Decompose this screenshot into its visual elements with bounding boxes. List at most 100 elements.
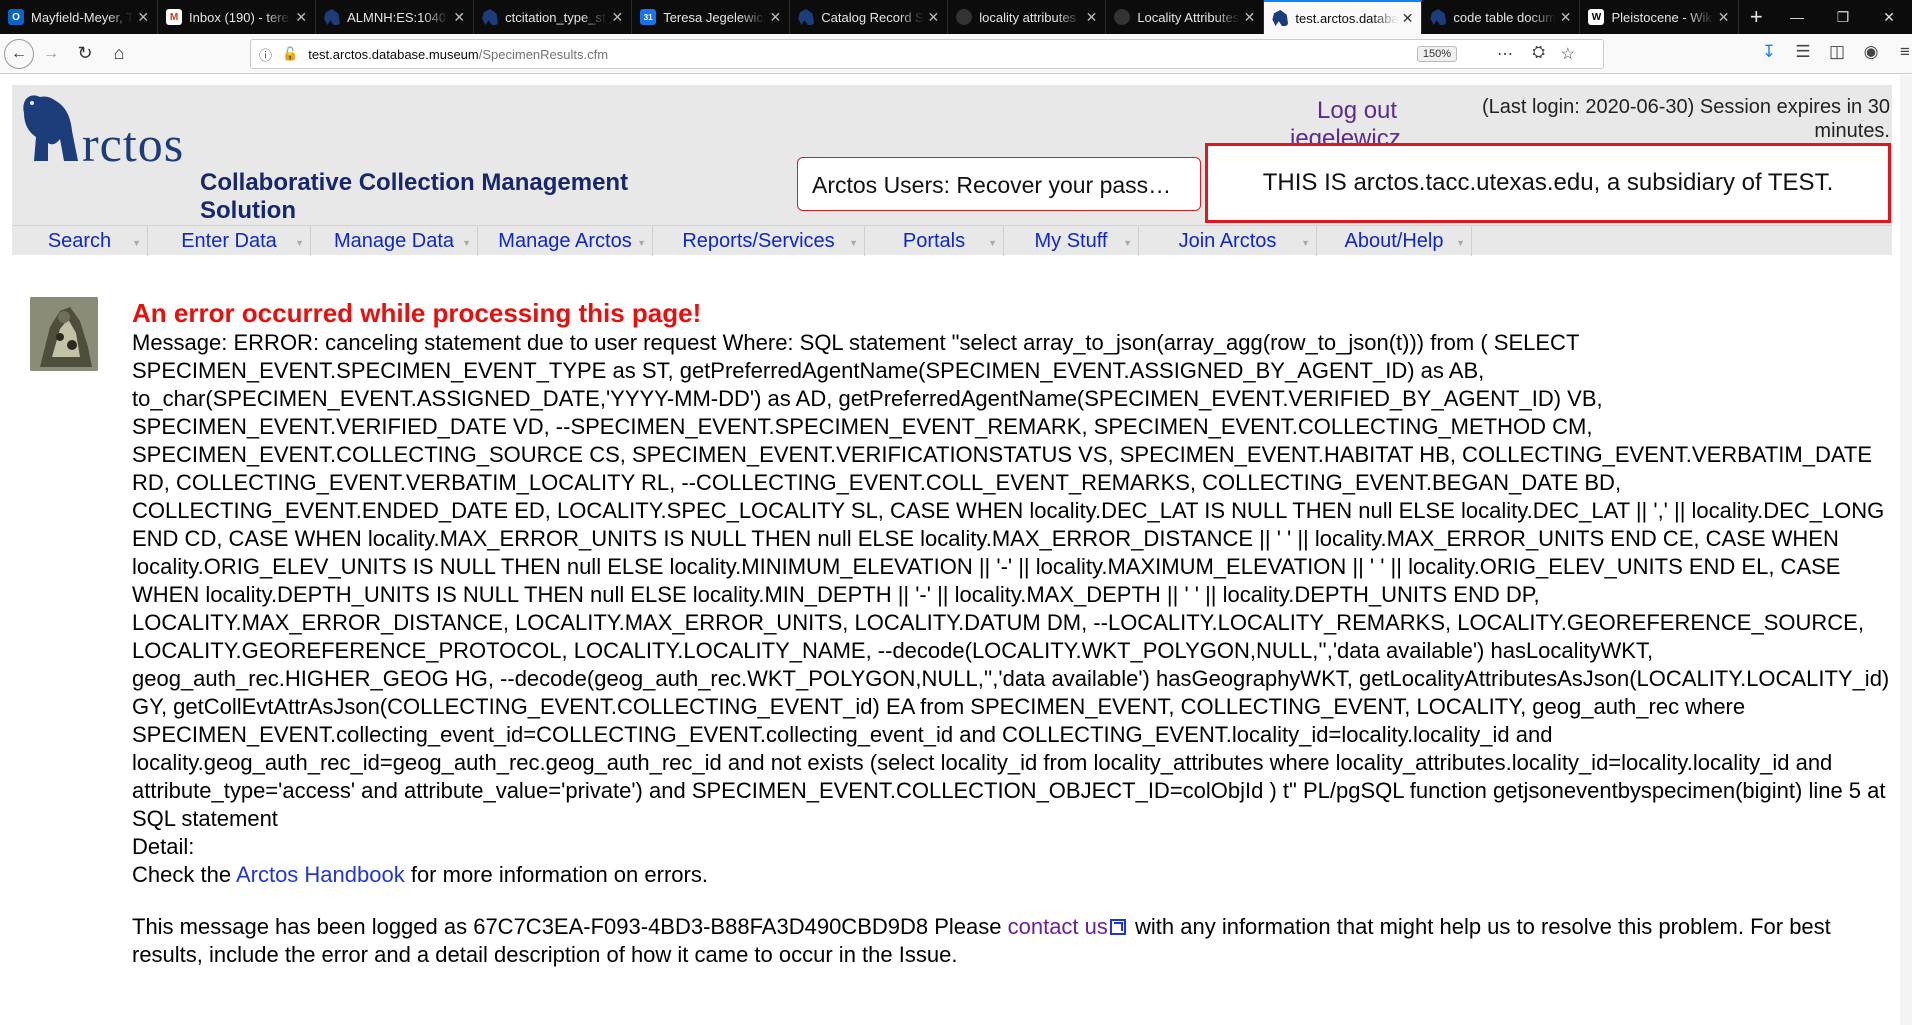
announcement-box[interactable]: Arctos Users: Recover your password [797,157,1201,211]
browser-tab[interactable]: ALMNH:ES:1040: T✕ [316,0,475,34]
window-controls: — ❐ ✕ [1774,0,1912,34]
tab-title: ALMNH:ES:1040: T [347,9,450,25]
gmail-icon: M [166,9,183,25]
menu-item-label: Join Arctos [1178,229,1277,252]
browser-tab[interactable]: locality attributes ✕ [948,0,1107,34]
close-tab-icon[interactable]: ✕ [1718,9,1730,26]
tab-title: Pleistocene - Wiki [1611,9,1714,25]
menu-item-label: Manage Arctos [498,229,632,252]
menu-item-search[interactable]: Search ▼ [12,226,148,256]
arctos-handbook-link[interactable]: Arctos Handbook [236,862,405,887]
chevron-down-icon: ▼ [637,238,646,248]
external-link-icon[interactable] [1109,919,1126,935]
new-tab-button[interactable]: + [1739,0,1775,34]
restore-icon[interactable]: ❐ [1820,9,1866,26]
bookmark-star-icon[interactable]: ☆ [1561,44,1575,64]
error-image [30,297,98,371]
menu-item-label: Search [47,229,112,252]
close-tab-icon[interactable]: ✕ [611,9,623,26]
close-tab-icon[interactable]: ✕ [1402,10,1414,27]
browser-tab[interactable]: test.arctos.databa ✕ [1264,0,1423,34]
sidebar-icon[interactable]: ◫ [1820,42,1854,62]
insecure-lock-icon[interactable]: 🔓 [282,46,298,62]
tab-title: Mayfield-Meyer, T [31,9,134,25]
info-icon[interactable]: ⓘ [259,45,272,64]
tab-title: Inbox (190) - teres [189,9,292,25]
arctos-bear-logo-icon[interactable] [18,91,80,166]
arctos-icon [324,9,341,25]
chevron-down-icon: ▼ [849,238,858,248]
arctos-icon [798,9,815,25]
browser-tab-strip: O Mayfield-Meyer, T ✕ M Inbox (190) - teres ✕… [0,0,1912,34]
browser-tab[interactable]: 31 Teresa Jegelewicz ✕ [632,0,791,34]
site-header: rctos Collaborative Collection Managemen… [12,85,1892,225]
home-button[interactable]: ⌂ [102,37,136,71]
hamburger-menu-icon[interactable]: ≡ [1888,42,1912,62]
calendar-icon: 31 [640,9,657,25]
close-tab-icon[interactable]: ✕ [1244,9,1256,26]
menu-item-join-arctos[interactable]: Join Arctos ▼ [1139,226,1317,256]
minimize-icon[interactable]: — [1774,9,1820,25]
logged-prefix: This message has been logged as 67C7C3EA… [132,914,1008,939]
browser-tab[interactable]: M Inbox (190) - teres ✕ [158,0,317,34]
chevron-down-icon: ▼ [1456,238,1465,248]
error-title: An error occurred while processing this … [132,298,702,328]
chevron-down-icon: ▼ [462,238,471,248]
url-bar[interactable]: ⓘ 🔓 test.arctos.database.museum/Specimen… [250,39,1604,69]
test-environment-banner: THIS IS arctos.tacc.utexas.edu, a subsid… [1205,143,1891,223]
menu-item-my-stuff[interactable]: My Stuff ▼ [1004,226,1139,256]
account-icon[interactable]: ◉ [1854,42,1888,62]
contact-us-link[interactable]: contact us [1008,914,1108,939]
browser-navbar: ← → ↻ ⌂ ⓘ 🔓 test.arctos.database.museum /… [0,34,1912,74]
menu-item-label: My Stuff [1034,229,1108,252]
menu-item-label: Enter Data [181,229,277,252]
browser-tab[interactable]: Locality Attributes ✕ [1106,0,1265,34]
error-detail-label: Detail: [132,834,195,859]
menu-item-enter-data[interactable]: Enter Data ▼ [148,226,311,256]
wikipedia-icon: W [1588,9,1605,25]
menu-item-manage-data[interactable]: Manage Data ▼ [311,226,478,256]
close-tab-icon[interactable]: ✕ [1086,9,1098,26]
menu-item-manage-arctos[interactable]: Manage Arctos ▼ [478,226,653,256]
zoom-indicator[interactable]: 150% [1416,46,1457,62]
browser-tab[interactable]: ctcitation_type_st ✕ [474,0,633,34]
pocket-icon[interactable]: ⛭ [1532,44,1545,62]
close-tab-icon[interactable]: ✕ [137,9,149,26]
browser-tab[interactable]: O Mayfield-Meyer, T ✕ [0,0,159,34]
reload-button[interactable]: ↻ [68,37,102,71]
github-icon [956,9,973,25]
url-path: /SpecimenResults.cfm [478,46,609,62]
page-scrollbar[interactable] [1900,75,1912,1025]
menu-item-portals[interactable]: Portals ▼ [865,226,1004,256]
arctos-logo-text[interactable]: rctos [82,115,184,173]
browser-tab[interactable]: Catalog Record Se ✕ [790,0,949,34]
close-tab-icon[interactable]: ✕ [1560,9,1572,26]
menu-item-reports-services[interactable]: Reports/Services ▼ [653,226,865,256]
menu-item-about-help[interactable]: About/Help ▼ [1317,226,1472,256]
forward-button[interactable]: → [34,37,68,71]
menu-item-label: Manage Data [333,229,455,252]
chevron-down-icon: ▼ [988,238,997,248]
browser-tab[interactable]: code table docum ✕ [1422,0,1581,34]
close-window-icon[interactable]: ✕ [1866,9,1912,26]
menu-item-label: Portals [902,229,966,252]
close-tab-icon[interactable]: ✕ [770,9,782,26]
close-tab-icon[interactable]: ✕ [453,9,465,26]
browser-tab[interactable]: W Pleistocene - Wiki ✕ [1580,0,1739,34]
page-actions-icon[interactable]: ⋯ [1497,44,1513,64]
tab-title: Teresa Jegelewicz [663,9,766,25]
logout-link[interactable]: Log out [1317,97,1397,125]
outlook-icon: O [8,9,24,25]
close-tab-icon[interactable]: ✕ [295,9,307,26]
download-icon[interactable]: ↧ [1752,42,1786,62]
close-tab-icon[interactable]: ✕ [928,9,940,26]
back-button[interactable]: ← [4,38,34,69]
menu-item-label: Reports/Services [682,229,835,252]
handbook-line: Check the Arctos Handbook for more infor… [132,861,1892,889]
handbook-suffix: for more information on errors. [404,862,708,887]
arctos-icon [1430,9,1447,25]
menu-item-label: About/Help [1344,229,1444,252]
tab-title: locality attributes [979,9,1077,25]
session-info: (Last login: 2020-06-30) Session expires… [1481,96,1890,142]
library-icon[interactable]: ☰ [1786,42,1820,62]
